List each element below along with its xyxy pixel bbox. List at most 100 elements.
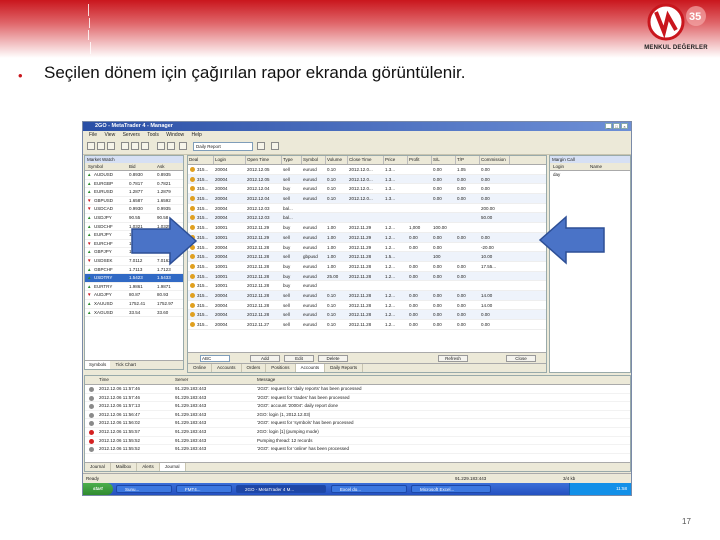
market-watch-row[interactable]: ▲ XAUUSD 1752.41 1752.97 [85,300,183,309]
journal-row[interactable]: 2012.12.06 11:55:57 91.229.183:443 2GO: lo… [85,428,630,437]
home-icon[interactable] [271,142,279,150]
minimize-button[interactable]: _ [605,123,612,129]
new-order-icon[interactable] [121,142,129,150]
report-select[interactable]: Daily Report [193,142,253,151]
col-message[interactable]: Message [257,376,275,384]
trades-col-header[interactable]: T/P [456,156,480,164]
menu-file[interactable]: File [89,131,97,139]
journal-tab[interactable]: Alerts [137,463,160,471]
col-server[interactable]: Server [175,376,188,384]
trades-col-header[interactable]: Open Time [246,156,282,164]
journal-row[interactable]: 2012.12.06 11:55:52 91.229.183:443 Pumping… [85,437,630,446]
table-row[interactable]: 315... 20004 2012.12.03 bal... 50.00 [188,213,546,224]
trades-col-header[interactable]: Commission [480,156,510,164]
taskbar-task[interactable]: Sunu... [116,485,172,493]
col-name[interactable]: Name [590,163,602,170]
accounts-icon[interactable] [97,142,105,150]
market-watch-row[interactable]: ▲ GBPCHF 1.7113 1.7123 [85,266,183,275]
col-ask[interactable]: Ask [157,163,165,170]
taskbar-task[interactable]: Microsoft Excel... [411,485,491,493]
trades-tab[interactable]: Accounts [212,364,242,372]
close-button[interactable]: × [621,123,628,129]
taskbar-task[interactable]: FMT4... [176,485,232,493]
market-watch-row[interactable]: ▲ EURUSD 1.2877 1.2879 [85,188,183,197]
trades-col-header[interactable]: Close Time [348,156,384,164]
trades-col-header[interactable]: Login [214,156,246,164]
tab-tick-chart[interactable]: Tick Chart [112,361,140,369]
table-row[interactable]: 315... 20004 2012.11.28 sell gbpusd 1.00 2012.… [188,252,546,262]
table-row[interactable]: 315... 20004 2012.11.28 buy eurusd 1.00 2012.1… [188,243,546,253]
journal-tab[interactable]: Journal [85,463,111,471]
chart-icon[interactable] [141,142,149,150]
trades-col-header[interactable]: Price [384,156,408,164]
trades-col-header[interactable]: Volume [326,156,348,164]
trades-tab[interactable]: Daily Reports [325,364,364,372]
trades-col-header[interactable]: Profit [408,156,432,164]
trades-col-header[interactable]: Type [282,156,302,164]
col-bid[interactable]: Bid [129,163,136,170]
trades-col-header[interactable]: Deal [188,156,214,164]
table-row[interactable]: 315... 20004 2012.11.28 sell eurusd 0.10 2012.… [188,310,546,320]
delete-button[interactable]: Delete [318,355,348,362]
report-icon[interactable] [131,142,139,150]
table-row[interactable]: 315... 20004 2012.12.04 sell eurusd 0.10 2012.… [188,194,546,204]
trades-tab[interactable]: Online [188,364,213,372]
journal-tab[interactable]: Mailbox [111,463,138,471]
table-row[interactable]: 315... 20004 2012.12.05 sell eurusd 0.10 2012.… [188,174,546,185]
mail-icon[interactable] [157,142,165,150]
window-titlebar[interactable]: 2GO - MetaTrader 4 - Manager _ □ × [83,122,631,131]
journal-row[interactable]: 2012.12.06 11:57:13 91.229.183:443 '2GO': … [85,402,630,411]
col-time[interactable]: Time [99,376,109,384]
menu-help[interactable]: Help [191,131,201,139]
table-row[interactable]: 315... 10001 2012.11.29 sell eurusd 1.00 2012.… [188,232,546,243]
market-watch-row[interactable]: ▲ XAGUSD 33.54 33.60 [85,309,183,318]
table-row[interactable]: 315... 20004 2012.12.03 bal... 200.00 [188,204,546,214]
journal-tab[interactable]: Journal [159,463,186,471]
table-row[interactable]: 315... 20004 2012.11.28 sell eurusd 0.10 2012.… [188,290,546,301]
taskbar-task[interactable]: Excel do... [331,485,407,493]
maximize-button[interactable]: □ [613,123,620,129]
menu-servers[interactable]: Servers [123,131,140,139]
edit-button[interactable]: Edit [284,355,314,362]
dropdown-icon[interactable] [257,142,265,150]
table-row[interactable]: 315... 20004 2012.11.28 sell eurusd 0.10 2012.… [188,301,546,311]
menu-tools[interactable]: Tools [147,131,159,139]
connect-icon[interactable] [87,142,95,150]
close-report-button[interactable]: Close [506,355,536,362]
taskbar-task[interactable]: 2GO - MetaTrader 4 M... [236,485,326,493]
table-row[interactable]: 315... 20004 2012.11.27 sell eurusd 0.10 2012.… [188,320,546,330]
menu-view[interactable]: View [104,131,115,139]
market-watch-row[interactable]: ▲ AUDUSD 0.8930 0.8935 [85,171,183,180]
tab-symbols[interactable]: Symbols [85,361,111,369]
menu-window[interactable]: Window [166,131,184,139]
trades-col-header[interactable]: S/L [432,156,456,164]
table-row[interactable]: 315... 10001 2012.11.28 buy eurusd [188,281,546,291]
market-watch-row[interactable]: ▲ EURGBP 0.7817 0.7821 [85,180,183,189]
market-watch-row[interactable]: ▲ USDTRY 1.5423 1.5433 [85,274,183,283]
trades-tab[interactable]: Accounts [295,364,326,372]
journal-row[interactable]: 2012.12.06 11:55:52 91.229.183:443 '2GO': … [85,445,630,454]
journal-row[interactable]: 2012.12.06 11:56:47 91.229.183:443 2GO: lo… [85,411,630,420]
market-watch-row[interactable]: ▼ GBPUSD 1.6587 1.6592 [85,197,183,206]
add-button[interactable]: Add [250,355,280,362]
table-row[interactable]: 315... 20004 2012.12.05 sell eurusd 0.10 2012.… [188,165,546,175]
trades-tab[interactable]: Orders [242,364,267,372]
journal-row[interactable]: 2012.12.06 11:57:46 91.229.183:443 '2GO': … [85,385,630,394]
table-row[interactable]: 315... 20004 2012.12.04 buy eurusd 0.10 2012.1… [188,184,546,195]
table-row[interactable]: 315... 10001 2012.11.29 buy eurusd 1.00 2012.1… [188,223,546,233]
group-select[interactable]: ABC [200,355,230,362]
print-icon[interactable] [167,142,175,150]
table-row[interactable]: 315... 10001 2012.11.28 buy eurusd 1.00 2012.1… [188,262,546,272]
table-row[interactable]: 315... 10001 2012.11.28 buy eurusd 25.00 2012.… [188,271,546,282]
col-login[interactable]: Login [553,163,564,170]
start-button[interactable]: start [83,483,113,495]
refresh-icon[interactable] [179,142,187,150]
market-watch-row[interactable]: ▼ AUDJPY 80.87 80.93 [85,291,183,300]
journal-row[interactable]: 2012.12.06 11:56:02 91.229.183:443 '2GO': … [85,419,630,428]
market-watch-row[interactable]: ▼ USDCAD 0.9930 0.9935 [85,205,183,214]
trades-col-header[interactable]: Symbol [302,156,326,164]
trades-icon[interactable] [107,142,115,150]
refresh-button[interactable]: Refresh [438,355,468,362]
market-watch-row[interactable]: ▲ EURTRY 1.9861 1.9871 [85,283,183,292]
margin-call-row[interactable]: day [550,171,630,179]
